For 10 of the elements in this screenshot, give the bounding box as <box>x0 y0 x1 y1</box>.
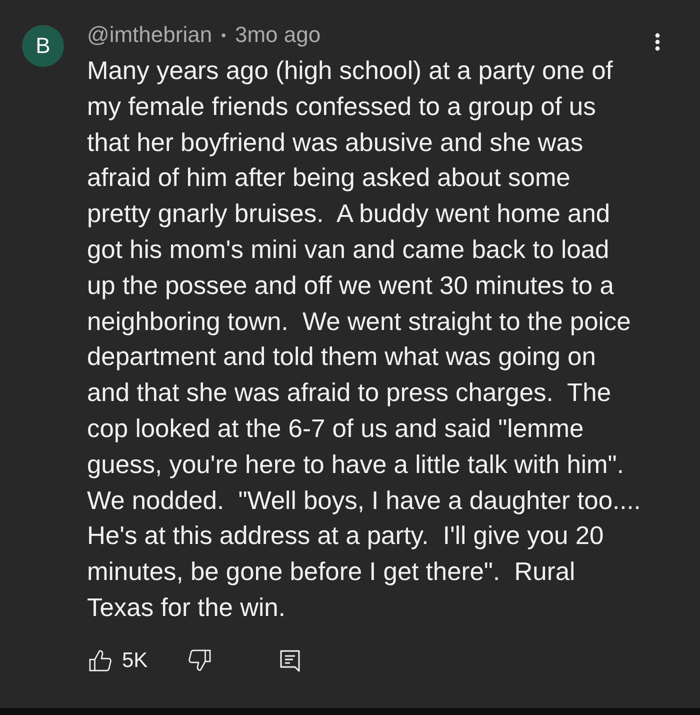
comment-time: 3mo ago <box>234 21 321 49</box>
thumbs-up-icon[interactable] <box>89 649 112 672</box>
thumbs-down-icon[interactable] <box>188 649 211 672</box>
author-handle[interactable]: @imthebrian <box>87 21 212 49</box>
comment-text: Many years ago (high school) at a party one of my female friends confessed to a group of us that her boyfriend was abusive and she was afraid of him after being asked about some pretty gnarly bruises. A buddy went home and got his mom's mini van and came back to load up the possee and off we went 30 minutes to a neighboring town. We went straight to the poice department and told them what was going on and that she was afraid to press charges. The cop looked at the 6-7 of us and said "lemme guess, you're here to have a little talk with him". We nodded. "Well boys, I have a daughter too.... He's at this address at a party. I'll give you 20 minutes, be gone before I get there". Rural Texas for the win. <box>87 56 642 624</box>
avatar[interactable]: B <box>22 25 64 67</box>
like-count: 5K <box>122 648 148 673</box>
reply-icon[interactable] <box>280 650 300 672</box>
separator-dot: • <box>221 26 226 45</box>
more-options-icon[interactable] <box>655 33 660 51</box>
